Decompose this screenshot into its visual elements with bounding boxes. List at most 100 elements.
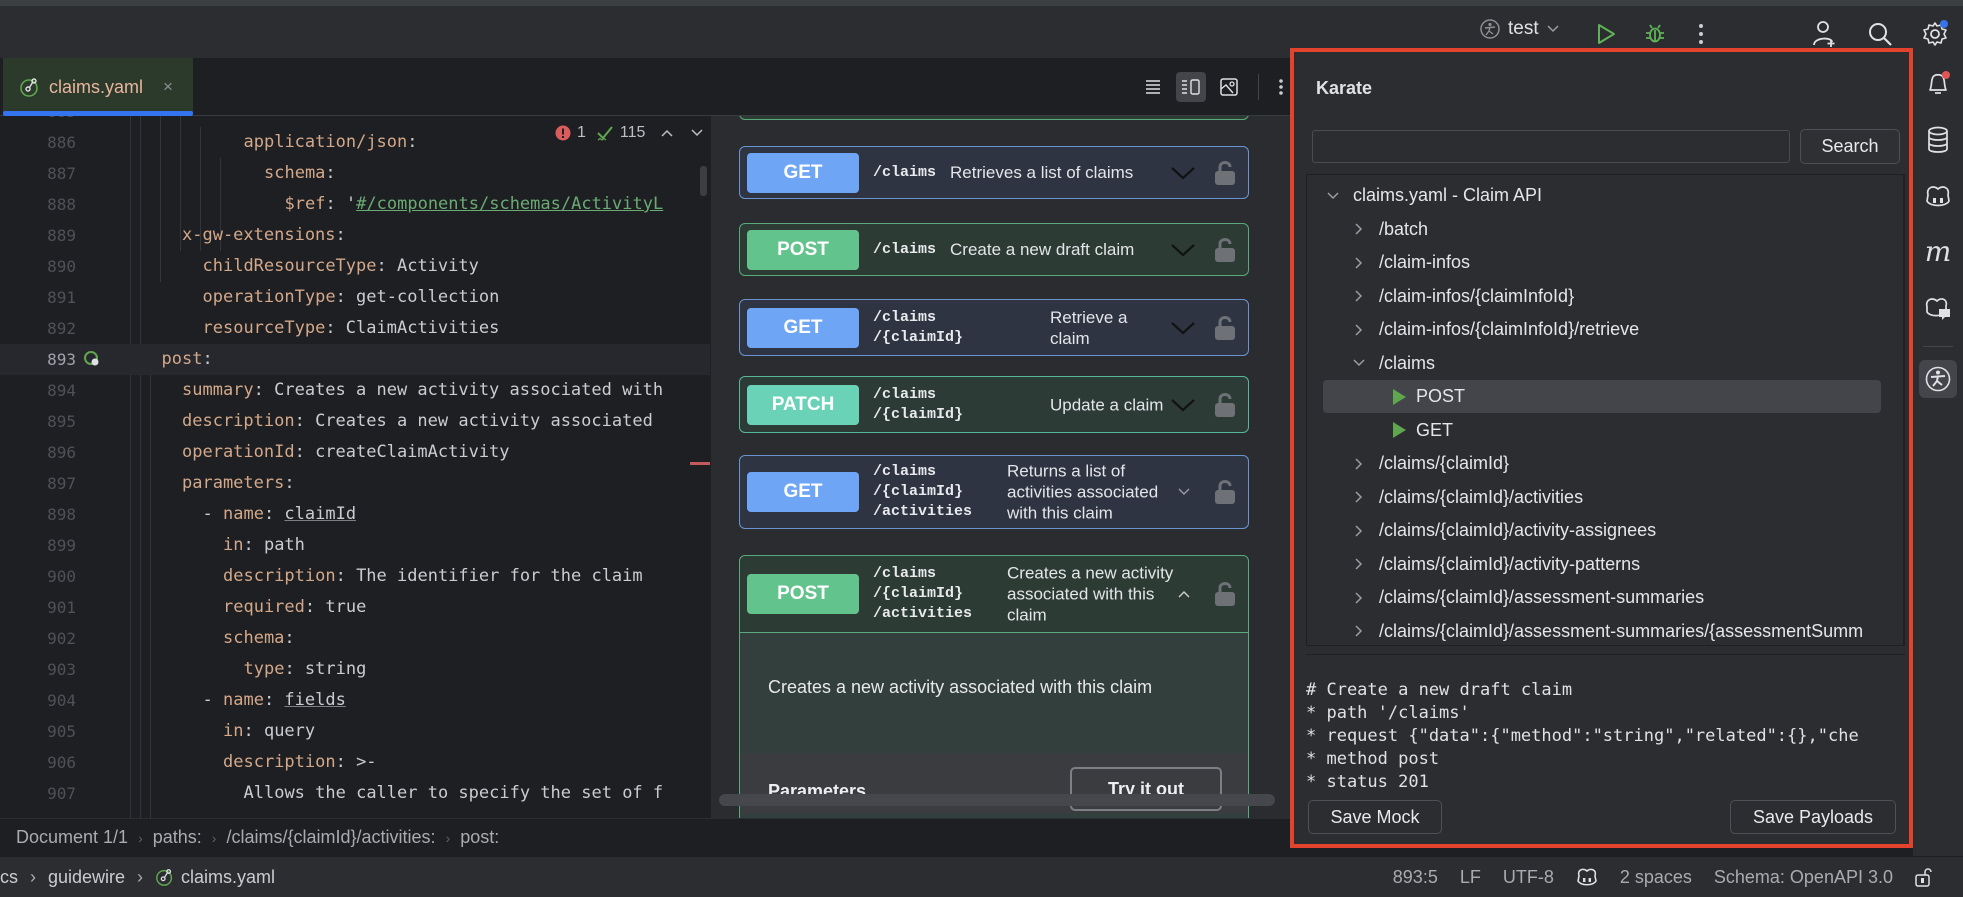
copilot-status-icon[interactable] (1576, 867, 1598, 887)
chevron-right-icon[interactable] (1349, 558, 1369, 570)
unlocked-icon[interactable] (1214, 581, 1236, 607)
copilot-icon[interactable] (1922, 180, 1954, 212)
code-line[interactable]: 885 content: (0, 116, 710, 127)
chevron-down-icon[interactable] (1349, 359, 1369, 367)
api-endpoint-tree[interactable]: claims.yaml - Claim API/batch/claim-info… (1306, 174, 1905, 646)
code-line[interactable]: 886 application/json: (0, 127, 710, 158)
code-line[interactable]: 890 childResourceType: Activity (0, 251, 710, 282)
tree-node[interactable]: /claims/{claimId}/activities (1307, 481, 1897, 514)
tree-node[interactable]: /claims/{claimId}/activity-patterns (1307, 548, 1897, 581)
code-line[interactable]: 888 $ref: '#/components/schemas/ActivityL (0, 189, 710, 220)
code-line[interactable]: 898 - name: claimId (0, 499, 710, 530)
more-vertical-icon[interactable] (1687, 20, 1715, 48)
tree-node[interactable]: claims.yaml - Claim API (1307, 179, 1897, 212)
karate-search-input[interactable] (1312, 130, 1790, 163)
preview-only-mode-icon[interactable] (1214, 72, 1244, 102)
chevron-right-icon[interactable] (1349, 524, 1369, 537)
tab-claims-yaml[interactable]: claims.yaml × (3, 58, 193, 116)
breadcrumb-item[interactable]: paths: (153, 827, 202, 848)
settings-icon[interactable] (1921, 20, 1949, 48)
save-payloads-button[interactable]: Save Payloads (1730, 800, 1896, 834)
chevron-right-icon[interactable] (1349, 223, 1369, 235)
run-test-icon[interactable] (1393, 388, 1406, 405)
split-mode-icon[interactable] (1176, 72, 1206, 102)
code-line[interactable]: 902 schema: (0, 623, 710, 654)
code-line[interactable]: 906 description: >- (0, 747, 710, 778)
code-line[interactable]: 891 operationType: get-collection (0, 282, 710, 313)
save-mock-button[interactable]: Save Mock (1308, 800, 1442, 834)
chevron-down-icon[interactable] (1170, 321, 1196, 335)
nav-path-item[interactable]: cs (0, 867, 18, 888)
preview-horizontal-scrollbar[interactable] (719, 794, 1275, 806)
breadcrumb-item[interactable]: post: (460, 827, 499, 848)
add-user-icon[interactable] (1811, 20, 1839, 48)
code-line[interactable]: 903 type: string (0, 654, 710, 685)
chevron-down-icon[interactable] (1170, 166, 1196, 180)
code-line[interactable]: 904 - name: fields (0, 685, 710, 716)
code-line[interactable]: 895 description: Creates a new activity a… (0, 406, 710, 437)
database-icon[interactable] (1922, 124, 1954, 156)
chevron-right-icon[interactable] (1349, 625, 1369, 637)
cursor-position[interactable]: 893:5 (1393, 867, 1438, 888)
code-editor[interactable]: 1 115 885content:886application/json:887… (0, 116, 710, 818)
chevron-right-icon[interactable] (1349, 591, 1369, 604)
nav-path-item[interactable]: guidewire (48, 867, 125, 888)
chevron-down-icon[interactable] (1170, 243, 1196, 257)
openapi-preview-panel[interactable]: Creates a new activity associated with t… (710, 116, 1290, 818)
tree-node[interactable]: GET (1307, 414, 1897, 447)
search-icon[interactable] (1866, 20, 1894, 48)
run-icon[interactable] (1592, 20, 1620, 48)
tree-node[interactable]: /claim-infos/{claimInfoId}/retrieve (1307, 313, 1897, 346)
code-line[interactable]: 892 resourceType: ClaimActivities (0, 313, 710, 344)
operation-post[interactable]: POST/claims Create a new draft claim (739, 223, 1249, 276)
code-line[interactable]: 907 Allows the caller to specify the set … (0, 778, 710, 809)
unlocked-icon[interactable] (1214, 160, 1236, 186)
tree-node[interactable]: /claims/{claimId} (1307, 447, 1897, 480)
breadcrumb-item[interactable]: /claims/{claimId}/activities: (226, 827, 435, 848)
code-line[interactable]: 899 in: path (0, 530, 710, 561)
tree-node[interactable]: /claims/{claimId}/assessment-summaries/{… (1307, 615, 1897, 646)
close-tab-icon[interactable]: × (163, 77, 173, 97)
code-line[interactable]: 900 description: The identifier for the c… (0, 561, 710, 592)
debug-icon[interactable] (1641, 20, 1669, 48)
run-test-icon[interactable] (1393, 422, 1406, 438)
code-line[interactable]: 897 parameters: (0, 468, 710, 499)
operation-get[interactable]: GET/claims Retrieves a list of claims (739, 146, 1249, 199)
file-lock-icon[interactable] (1915, 867, 1933, 887)
tree-node[interactable]: /claims/{claimId}/activity-assignees (1307, 514, 1897, 547)
karate-search-button[interactable]: Search (1800, 129, 1900, 164)
tree-node[interactable]: /claims (1307, 347, 1897, 380)
editor-only-mode-icon[interactable] (1138, 72, 1168, 102)
json-schema-selector[interactable]: Schema: OpenAPI 3.0 (1714, 867, 1893, 888)
tree-node[interactable]: /claim-infos (1307, 246, 1897, 279)
run-gutter-icon[interactable] (84, 351, 100, 367)
chevron-down-icon[interactable] (1323, 191, 1343, 200)
file-encoding[interactable]: UTF-8 (1503, 867, 1554, 888)
unlocked-icon[interactable] (1214, 315, 1236, 341)
copilot-chat-icon[interactable] (1922, 292, 1954, 324)
chevron-right-icon[interactable] (1349, 457, 1369, 470)
line-ending[interactable]: LF (1460, 867, 1481, 888)
operation-post[interactable]: POST/claims /{claimId} /activities Creates … (739, 555, 1249, 633)
breadcrumb-item[interactable]: Document 1/1 (16, 827, 128, 848)
tree-node[interactable]: /claim-infos/{claimInfoId} (1307, 280, 1897, 313)
chevron-down-icon[interactable] (1170, 398, 1196, 412)
operation-patch[interactable]: PATCH/claims /{claimId} Update a claim (739, 376, 1249, 433)
chevron-right-icon[interactable] (1349, 491, 1369, 503)
code-line[interactable]: 887 schema: (0, 158, 710, 189)
tree-node[interactable]: /claims/{claimId}/assessment-summaries (1307, 581, 1897, 614)
m-plugin-icon[interactable]: m (1922, 236, 1954, 268)
operation-get[interactable]: GET/claims /{claimId} /activities Returns a… (739, 455, 1249, 529)
tree-node[interactable]: POST (1323, 380, 1881, 413)
nav-path-item[interactable]: claims.yaml (181, 867, 275, 888)
notifications-icon[interactable] (1922, 68, 1954, 100)
karate-tool-icon[interactable] (1919, 360, 1957, 398)
code-line[interactable]: 896 operationId: createClaimActivity (0, 437, 710, 468)
more-vertical-icon[interactable] (1271, 72, 1291, 102)
unlocked-icon[interactable] (1214, 479, 1236, 505)
code-line[interactable]: 901 required: true (0, 592, 710, 623)
chevron-right-icon[interactable] (1349, 256, 1369, 269)
code-line[interactable]: 905 in: query (0, 716, 710, 747)
operation-get[interactable]: GET/claims /{claimId} Retrieve a claim (739, 299, 1249, 356)
karate-script-preview[interactable]: # Create a new draft claim * path '/clai… (1306, 654, 1905, 788)
